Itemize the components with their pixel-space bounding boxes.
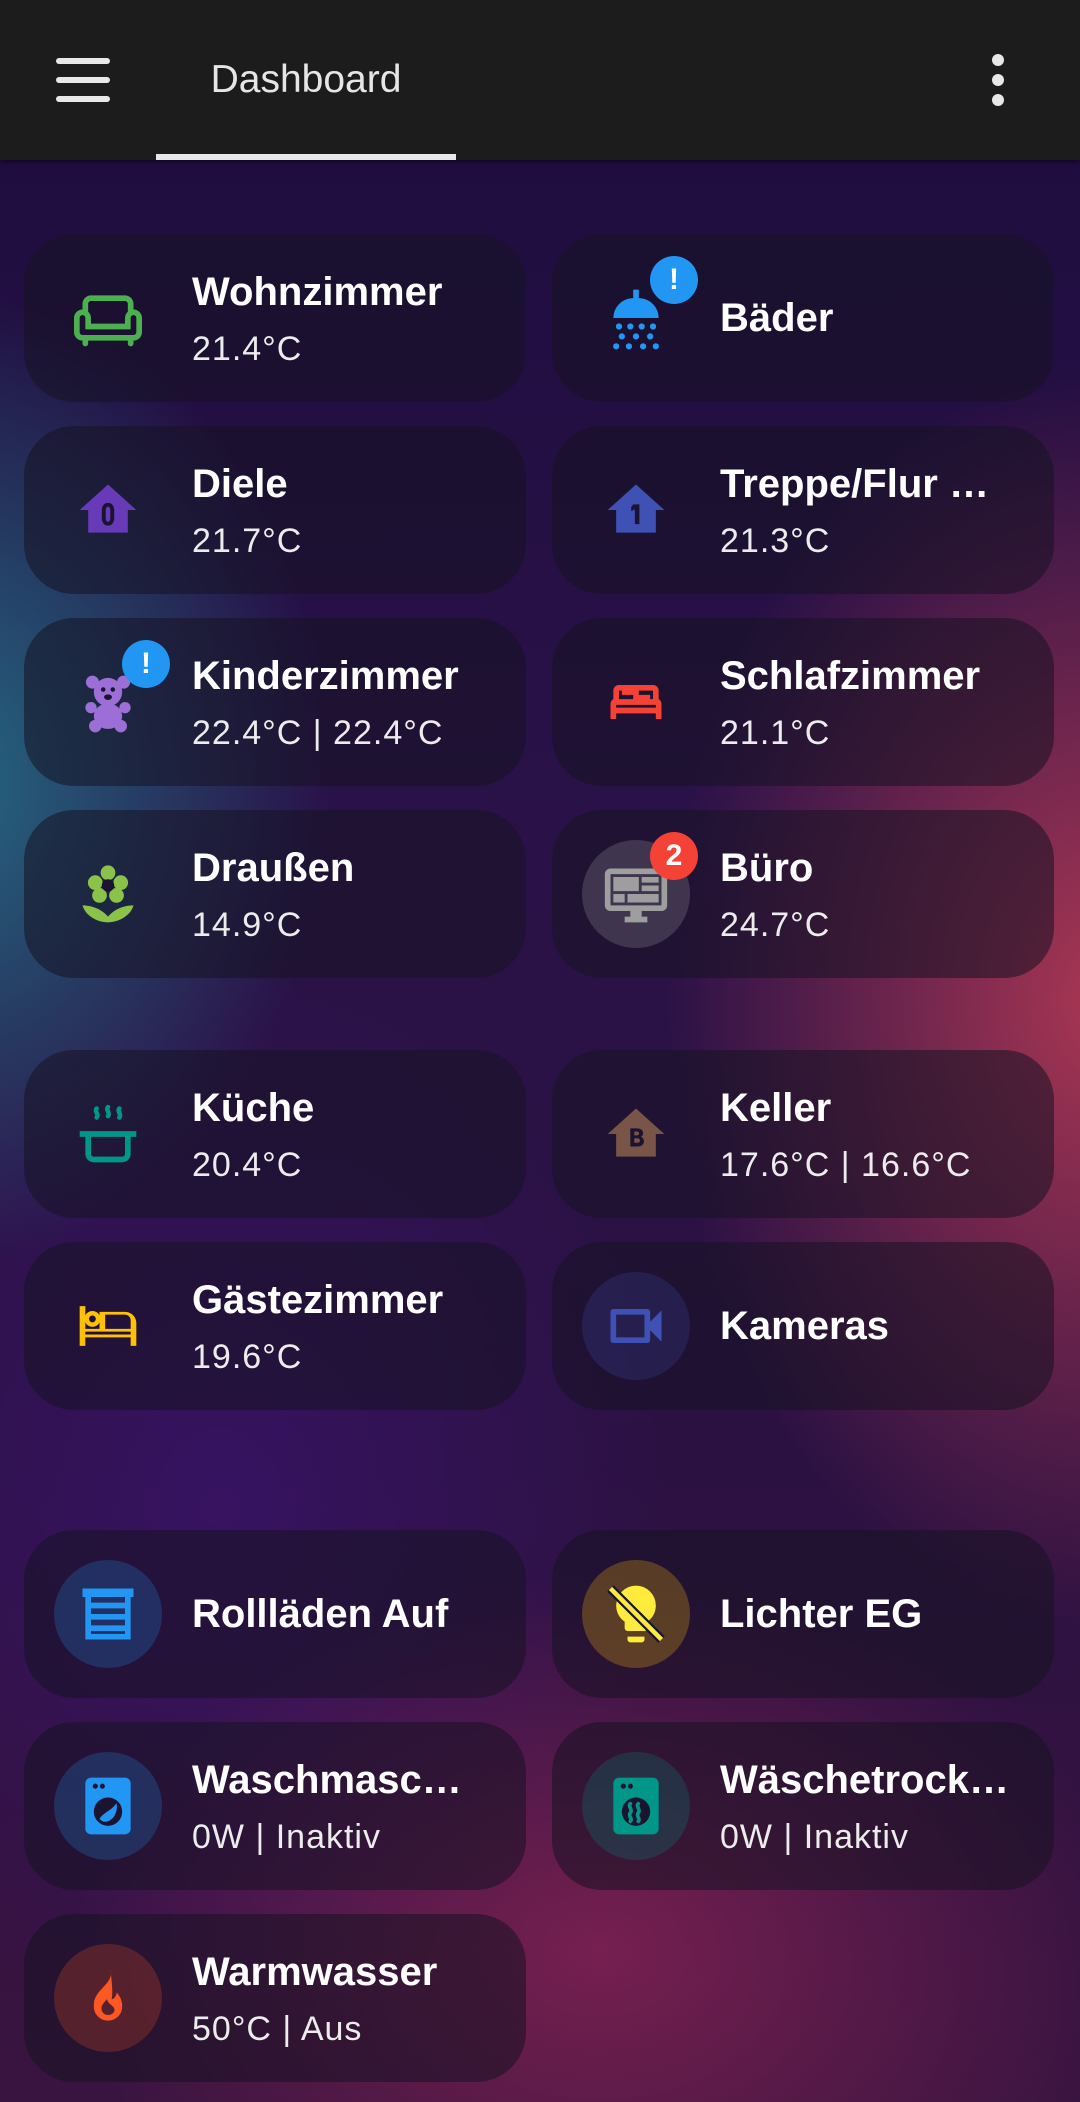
card-draussen[interactable]: Draußen 14.9°C [24, 810, 526, 978]
card-state: 21.3°C [720, 522, 831, 560]
card-keller[interactable]: Keller 17.6°C | 16.6°C [552, 1050, 1054, 1218]
fire-icon [54, 1944, 162, 2052]
card-state: 20.4°C [192, 1146, 303, 1184]
video-icon [582, 1272, 690, 1380]
card-name: Rollläden Auf [192, 1592, 449, 1636]
card-buero[interactable]: 2 Büro 24.7°C [552, 810, 1054, 978]
window-shutter-icon [54, 1560, 162, 1668]
more-vertical-icon[interactable] [964, 48, 1028, 112]
card-kameras[interactable]: Kameras [552, 1242, 1054, 1410]
card-state: 22.4°C | 22.4°C [192, 714, 444, 752]
alert-badge: ! [122, 640, 170, 688]
card-name: Diele [192, 462, 288, 506]
tab-label: Dashboard [210, 58, 402, 101]
card-waschmaschine[interactable]: Waschmaschi… 0W | Inaktiv [24, 1722, 526, 1890]
washing-machine-icon [54, 1752, 162, 1860]
home-floor-b-icon [582, 1080, 690, 1188]
card-name: Wohnzimmer [192, 270, 443, 314]
card-state: 0W | Inaktiv [720, 1818, 909, 1856]
card-state: 50°C | Aus [192, 2010, 363, 2048]
flower-icon [54, 840, 162, 948]
card-name: Küche [192, 1086, 315, 1130]
card-state: 21.1°C [720, 714, 831, 752]
home-floor-1-icon [582, 456, 690, 564]
card-state: 21.4°C [192, 330, 303, 368]
bed-icon [582, 648, 690, 756]
card-name: Treppe/Flur O… [720, 462, 1014, 506]
tab-dashboard[interactable]: Dashboard [156, 0, 456, 160]
card-name: Büro [720, 846, 814, 890]
card-rolllaeden-auf[interactable]: Rollläden Auf [24, 1530, 526, 1698]
card-name: Warmwasser [192, 1950, 438, 1994]
alert-badge: ! [650, 256, 698, 304]
card-state: 17.6°C | 16.6°C [720, 1146, 972, 1184]
card-name: Schlafzimmer [720, 654, 981, 698]
card-name: Waschmaschi… [192, 1758, 486, 1802]
card-name: Draußen [192, 846, 355, 890]
card-state: 24.7°C [720, 906, 831, 944]
card-name: Bäder [720, 296, 834, 340]
card-waeschetrockner[interactable]: Wäschetrockn… 0W | Inaktiv [552, 1722, 1054, 1890]
menu-icon[interactable] [40, 48, 126, 112]
card-lichter-eg[interactable]: Lichter EG [552, 1530, 1054, 1698]
lightbulb-off-icon [582, 1560, 690, 1668]
card-wohnzimmer[interactable]: Wohnzimmer 21.4°C [24, 234, 526, 402]
card-state: 21.7°C [192, 522, 303, 560]
card-name: Wäschetrockn… [720, 1758, 1014, 1802]
card-state: 14.9°C [192, 906, 303, 944]
card-name: Kinderzimmer [192, 654, 459, 698]
card-name: Kameras [720, 1304, 890, 1348]
card-kinderzimmer[interactable]: ! Kinderzimmer 22.4°C | 22.4°C [24, 618, 526, 786]
card-name: Lichter EG [720, 1592, 923, 1636]
card-baeder[interactable]: ! Bäder [552, 234, 1054, 402]
tab-indicator [156, 154, 456, 160]
card-kueche[interactable]: Küche 20.4°C [24, 1050, 526, 1218]
card-state: 0W | Inaktiv [192, 1818, 381, 1856]
home-floor-0-icon [54, 456, 162, 564]
card-warmwasser[interactable]: Warmwasser 50°C | Aus [24, 1914, 526, 2082]
app-toolbar: Dashboard [0, 0, 1080, 160]
card-state: 19.6°C [192, 1338, 303, 1376]
tumble-dryer-icon [582, 1752, 690, 1860]
card-schlafzimmer[interactable]: Schlafzimmer 21.1°C [552, 618, 1054, 786]
card-name: Gästezimmer [192, 1278, 444, 1322]
card-diele[interactable]: Diele 21.7°C [24, 426, 526, 594]
card-name: Keller [720, 1086, 832, 1130]
notification-count-badge: 2 [650, 832, 698, 880]
pot-steam-icon [54, 1080, 162, 1188]
sofa-icon [54, 264, 162, 372]
bed-empty-icon [54, 1272, 162, 1380]
card-gaestezimmer[interactable]: Gästezimmer 19.6°C [24, 1242, 526, 1410]
card-treppe-flur[interactable]: Treppe/Flur O… 21.3°C [552, 426, 1054, 594]
